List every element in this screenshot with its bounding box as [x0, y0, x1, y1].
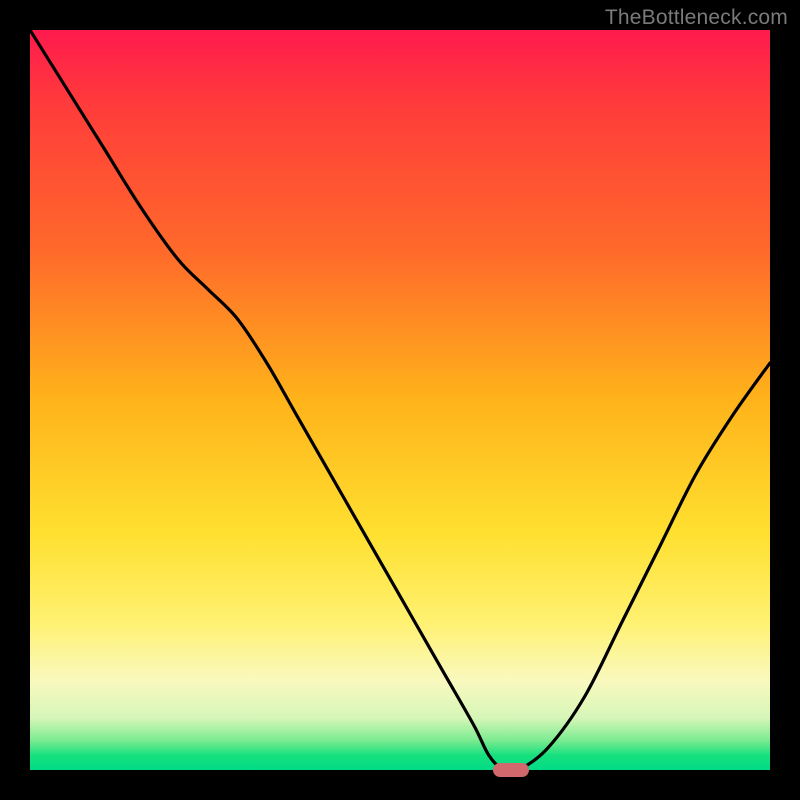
chart-frame: TheBottleneck.com — [0, 0, 800, 800]
bottleneck-curve — [30, 30, 770, 770]
watermark-text: TheBottleneck.com — [605, 6, 788, 30]
optimal-marker — [493, 763, 529, 777]
plot-area — [30, 30, 770, 770]
